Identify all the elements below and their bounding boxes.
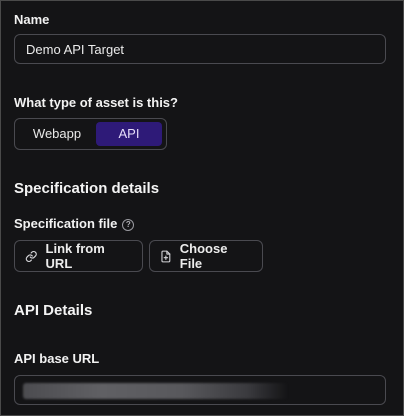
help-icon[interactable]: ? [122, 219, 135, 231]
specification-file-label: Specification file [14, 216, 118, 231]
specification-file-label-row: Specification file? [14, 216, 135, 231]
link-from-url-label: Link from URL [45, 241, 105, 271]
asset-type-label: What type of asset is this? [14, 95, 178, 110]
choose-file-button[interactable]: Choose File [149, 240, 263, 272]
specification-heading: Specification details [14, 180, 160, 197]
asset-type-api-option[interactable]: API [96, 122, 162, 146]
api-details-heading: API Details [14, 302, 93, 319]
api-base-url-input[interactable] [14, 375, 386, 405]
choose-file-label: Choose File [179, 241, 228, 271]
name-input[interactable] [14, 34, 386, 64]
redacted-url-value [23, 383, 288, 399]
link-icon [25, 250, 37, 262]
asset-type-toggle: Webapp API [14, 118, 167, 150]
name-label: Name [14, 12, 50, 27]
asset-type-webapp-option[interactable]: Webapp [18, 122, 96, 146]
asset-form: Name What type of asset is this? Webapp … [0, 0, 404, 416]
file-plus-icon [161, 250, 171, 262]
api-base-url-label: API base URL [14, 351, 100, 366]
link-from-url-button[interactable]: Link from URL [14, 240, 143, 272]
